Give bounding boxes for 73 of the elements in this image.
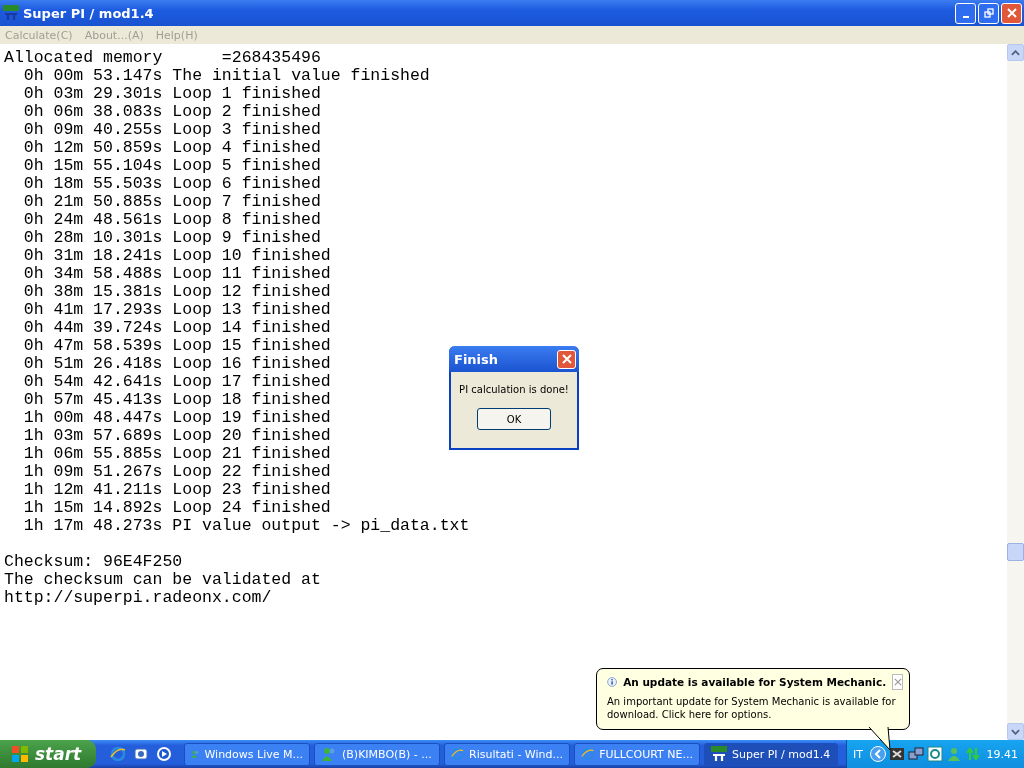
taskbar-button[interactable]: FULLCOURT NE... bbox=[574, 742, 700, 766]
chevron-left-icon bbox=[872, 749, 883, 759]
output-line: 1h 00m 48.447s Loop 19 finished bbox=[22, 409, 331, 427]
restore-icon bbox=[983, 8, 994, 18]
output-line: 0h 24m 48.561s Loop 8 finished bbox=[22, 211, 321, 229]
output-line: 0h 15m 55.104s Loop 5 finished bbox=[22, 157, 321, 175]
dialog-title: Finish bbox=[454, 351, 499, 367]
close-icon bbox=[561, 354, 572, 364]
output-line: 0h 51m 26.418s Loop 16 finished bbox=[22, 355, 331, 373]
start-button[interactable]: start bbox=[0, 740, 96, 768]
output-line: 0h 31m 18.241s Loop 10 finished bbox=[22, 247, 331, 265]
taskbar-button[interactable]: Risultati - Wind... bbox=[444, 742, 570, 766]
taskbar-button[interactable]: Super PI / mod1.4 bbox=[704, 742, 838, 766]
output-line: 1h 03m 57.689s Loop 20 finished bbox=[22, 427, 331, 445]
windows-logo-icon bbox=[10, 744, 30, 764]
dialog-message: PI calculation is done! bbox=[459, 384, 569, 395]
taskbar-button[interactable]: (B)KIMBO(B) - ... bbox=[314, 742, 440, 766]
output-line: Checksum: 96E4F250 bbox=[4, 553, 183, 571]
balloon-title: An update is available for System Mechanic. bbox=[623, 676, 887, 688]
output-line: 1h 06m 55.885s Loop 21 finished bbox=[22, 445, 331, 463]
info-icon bbox=[607, 674, 618, 690]
balloon-message: An important update for System Mechanic is available for download. Click here for options. bbox=[607, 695, 897, 721]
output-line: 0h 21m 50.885s Loop 7 finished bbox=[22, 193, 321, 211]
minimize-icon bbox=[962, 16, 969, 18]
pi-app-icon bbox=[711, 746, 727, 762]
media-player-icon[interactable] bbox=[156, 746, 172, 762]
output-line: 0h 38m 15.381s Loop 12 finished bbox=[22, 283, 331, 301]
scroll-up-button[interactable] bbox=[1007, 44, 1024, 61]
scroll-down-button[interactable] bbox=[1007, 723, 1024, 740]
output-line: http://superpi.radeonx.com/ bbox=[4, 589, 272, 607]
people-icon bbox=[321, 746, 337, 762]
balloon-tail bbox=[868, 727, 892, 751]
taskbar-button[interactable]: Windows Live M... bbox=[184, 742, 310, 766]
output-line: 0h 41m 17.293s Loop 13 finished bbox=[22, 301, 331, 319]
close-icon bbox=[893, 678, 902, 686]
output-line: The checksum can be validated at bbox=[4, 571, 321, 589]
restore-button[interactable] bbox=[978, 2, 999, 24]
scroll-thumb[interactable] bbox=[1007, 543, 1024, 561]
tray-app-icon[interactable] bbox=[926, 746, 943, 762]
ok-button[interactable]: OK bbox=[477, 408, 551, 430]
output-line: 1h 15m 14.892s Loop 24 finished bbox=[22, 499, 331, 517]
minimize-button[interactable] bbox=[955, 2, 976, 24]
output-line: 0h 54m 42.641s Loop 17 finished bbox=[22, 373, 331, 391]
output-line: 1h 12m 41.211s Loop 23 finished bbox=[22, 481, 331, 499]
output-line: 1h 17m 48.273s PI value output -> pi_data.txt bbox=[22, 517, 470, 535]
output-line: 0h 34m 58.488s Loop 11 finished bbox=[22, 265, 331, 283]
browser-icon bbox=[581, 746, 595, 762]
network-icon[interactable] bbox=[907, 746, 924, 762]
output-line: 0h 28m 10.301s Loop 9 finished bbox=[22, 229, 321, 247]
clock[interactable]: 19.41 bbox=[986, 747, 1018, 761]
window-title: Super PI / mod1.4 bbox=[23, 5, 155, 21]
output-line: 0h 09m 40.255s Loop 3 finished bbox=[22, 121, 321, 139]
output-line: 0h 00m 53.147s The initial value finished bbox=[22, 67, 430, 85]
output-line: 0h 57m 45.413s Loop 18 finished bbox=[22, 391, 331, 409]
browser-icon bbox=[451, 746, 464, 762]
tray-app-icon[interactable] bbox=[888, 746, 905, 762]
chevron-down-icon bbox=[1011, 728, 1020, 735]
close-icon bbox=[1006, 8, 1017, 18]
output-line: 1h 09m 51.267s Loop 22 finished bbox=[22, 463, 331, 481]
output-line: 0h 03m 29.301s Loop 1 finished bbox=[22, 85, 321, 103]
scrollbar[interactable] bbox=[1007, 44, 1024, 740]
output-line: 0h 06m 38.083s Loop 2 finished bbox=[22, 103, 321, 121]
chevron-up-icon bbox=[1011, 49, 1020, 56]
output-line: Allocated memory =268435496 bbox=[4, 49, 321, 67]
language-indicator[interactable]: IT bbox=[853, 747, 863, 761]
close-button[interactable] bbox=[892, 674, 903, 690]
output-line: 0h 47m 58.539s Loop 15 finished bbox=[22, 337, 331, 355]
notification-balloon[interactable]: An update is available for System Mechanic. An important update for System Mechanic is available for download. Click here for options. bbox=[596, 668, 910, 730]
output-line: 0h 44m 39.724s Loop 14 finished bbox=[22, 319, 331, 337]
output-line: 0h 18m 55.503s Loop 6 finished bbox=[22, 175, 321, 193]
pi-app-icon bbox=[3, 5, 19, 21]
output-line: 0h 12m 50.859s Loop 4 finished bbox=[22, 139, 321, 157]
browser-icon[interactable] bbox=[110, 746, 126, 762]
